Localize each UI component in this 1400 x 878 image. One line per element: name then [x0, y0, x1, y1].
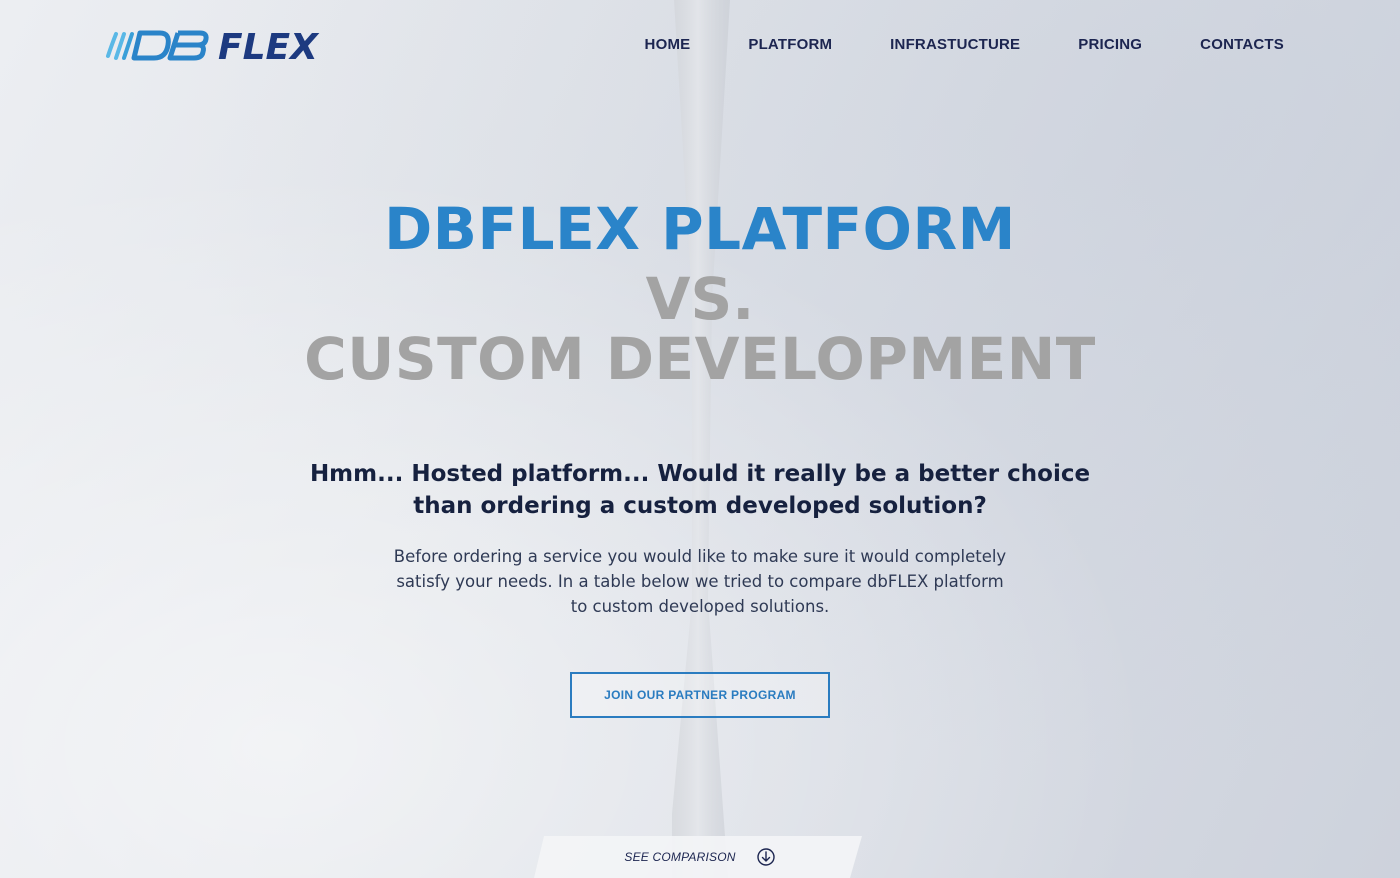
logo-waves-icon: [106, 32, 134, 60]
main-nav: HOME PLATFORM INFRASTUCTURE PRICING CONT…: [587, 36, 1284, 54]
nav-item-infrastructure[interactable]: INFRASTUCTURE: [890, 36, 1020, 54]
see-comparison-label: SEE COMPARISON: [624, 850, 736, 864]
background-sky: [0, 0, 1400, 878]
nav-item-contacts[interactable]: CONTACTS: [1200, 36, 1284, 54]
nav-item-platform[interactable]: PLATFORM: [748, 36, 832, 54]
hero-title-line1: DBFLEX PLATFORM: [384, 195, 1016, 263]
hero-title: DBFLEX PLATFORM VS. CUSTOM DEVELOPMENT: [0, 200, 1400, 388]
hero-title-line3: CUSTOM DEVELOPMENT: [304, 325, 1096, 393]
arrow-down-circle-icon: [756, 848, 775, 866]
hero-title-line2: VS.: [645, 265, 755, 333]
hero-subtitle: Hmm... Hosted platform... Would it reall…: [309, 461, 1091, 519]
hero-description: Before ordering a service you would like…: [393, 547, 1007, 616]
tower-background-image: [672, 0, 730, 878]
see-comparison-link[interactable]: SEE COMPARISON: [590, 846, 810, 868]
nav-item-pricing[interactable]: PRICING: [1078, 36, 1142, 54]
logo-db-mark: [131, 30, 209, 61]
join-partner-program-button[interactable]: JOIN OUR PARTNER PROGRAM: [570, 672, 830, 718]
nav-item-home[interactable]: HOME: [645, 36, 691, 54]
logo-flex-text: FLEX: [218, 27, 320, 66]
dbflex-logo[interactable]: FLEX: [104, 26, 334, 66]
